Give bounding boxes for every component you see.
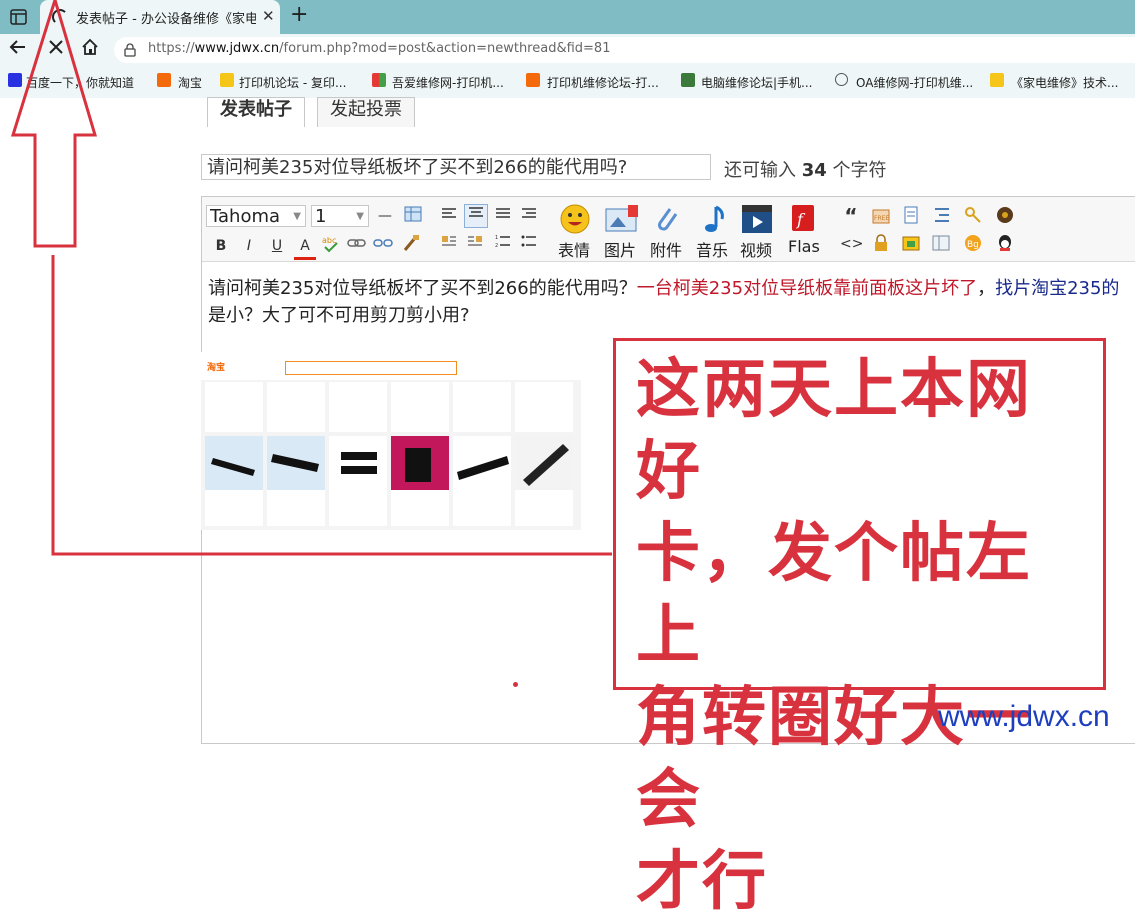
arrow-head-shape <box>10 0 98 248</box>
arrow-line-shape <box>51 255 612 556</box>
annotation-arrow <box>10 0 612 556</box>
site-watermark: www.jdwx.cn <box>938 700 1110 733</box>
annotation-line: 才行 <box>636 844 768 919</box>
